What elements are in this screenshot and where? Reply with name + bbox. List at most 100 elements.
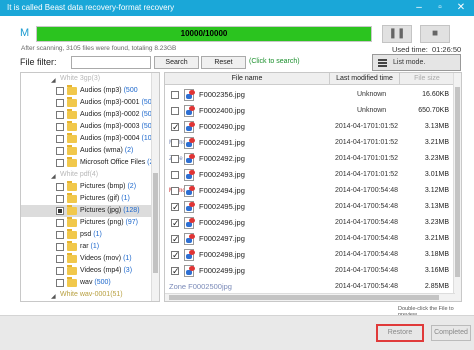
tree-item[interactable]: Videos (mp4) (3) [21, 265, 152, 277]
file-name: F0002496.jpg [199, 218, 245, 227]
tree-item-label: Audios (mp3)-0004 (100 [80, 133, 156, 145]
tree-item-name: rar [80, 243, 89, 250]
tree-item-name: Audios (mp3)-0004 [80, 135, 140, 142]
tree-checkbox[interactable] [56, 279, 64, 287]
file-row[interactable]: Zone F0002500jpg 2014-04-1700:54:48 2.85MB [165, 279, 455, 295]
file-size: 2.85MB [424, 283, 449, 290]
tree-item[interactable]: psd (1) [21, 229, 152, 241]
file-row[interactable]: F0002499.jpg 2014-04-1700:54:48 3.16MB [165, 263, 455, 279]
tree-checkbox[interactable] [56, 243, 64, 251]
file-checkbox[interactable] [171, 231, 180, 247]
tree-item[interactable]: ◢ White wav-0001(51) [21, 289, 152, 301]
file-size: 3.13MB [424, 203, 449, 210]
file-row[interactable]: F0002498.jpg 2014-04-1700:54:48 3.18MB [165, 247, 455, 263]
file-row[interactable]: F0002496.jpg 2014-04-1700:54:48 3.23MB [165, 215, 455, 231]
tree-checkbox[interactable] [56, 147, 64, 155]
tree-checkbox[interactable] [56, 231, 64, 239]
file-checkbox[interactable] [171, 171, 179, 179]
file-row[interactable]: Memory F0002494.jpg 2014-04-1700:54:48 3.12… [165, 183, 455, 199]
tree-checkbox[interactable] [56, 195, 64, 203]
list-mode-button[interactable]: List mode. [372, 54, 461, 71]
file-name: F0002493.jpg [199, 170, 245, 179]
tree-item[interactable]: Microsoft Office Files (2 [21, 157, 153, 169]
col-file-name[interactable]: File name [165, 73, 330, 85]
file-name: F0002499.jpg [199, 266, 245, 275]
file-filter-input[interactable] [71, 56, 151, 69]
expander-icon[interactable]: ◢ [51, 75, 56, 87]
tree-item[interactable]: Audios (wma) (2) [21, 145, 152, 157]
tree-item-label: Pictures (gif) (1) [80, 193, 130, 205]
file-size: 3.21MB [424, 235, 449, 242]
file-row[interactable]: F0002493.jpg 2014-04-1701:01:52 3.01MB [165, 167, 455, 183]
tree-item[interactable]: Audios (mp3)-0002 (500 [21, 109, 156, 121]
file-checkbox[interactable] [171, 199, 180, 215]
tree-checkbox[interactable] [56, 99, 64, 107]
tree-item-name: Pictures (gif) [80, 195, 120, 202]
tree-item[interactable]: Audios (mp3)-0001 (500 [21, 97, 156, 109]
expander-icon[interactable]: ◢ [51, 171, 56, 183]
file-checkbox[interactable] [171, 119, 180, 135]
maximize-button[interactable]: ▫ [431, 0, 449, 16]
used-time-label: Used time: [392, 45, 428, 54]
tree-checkbox[interactable] [56, 267, 64, 275]
file-checkbox[interactable] [171, 139, 179, 147]
close-button[interactable]: ✕ [452, 0, 470, 16]
file-row[interactable]: MemoF0002491.jpg2014-04-1701:01:523.21MB [165, 135, 455, 151]
reset-button[interactable]: Reset [201, 56, 246, 69]
tree-item[interactable]: ◢ White pdf(4) [21, 169, 152, 181]
tree-item[interactable]: Pictures (jpg) (128) [21, 205, 152, 217]
tree-item[interactable]: Pictures (gif) (1) [21, 193, 152, 205]
pause-button[interactable]: ❚❚ [382, 25, 412, 43]
file-size: 3.23MB [424, 155, 449, 162]
file-checkbox[interactable] [171, 263, 180, 279]
tree-checkbox[interactable] [56, 111, 64, 119]
tree-item[interactable]: Audios (mp3) (500 [21, 85, 152, 97]
file-list-hscroll-thumb[interactable] [169, 295, 439, 300]
file-row[interactable]: ZoneF0002492.jpg2014-04-1701:01:523.23MB [165, 151, 455, 167]
file-list[interactable]: File name Last modified time File size F… [164, 72, 462, 302]
tree-checkbox[interactable] [56, 219, 64, 227]
tree-checkbox[interactable] [56, 135, 64, 143]
folder-icon [67, 145, 77, 155]
tree-scroll-thumb[interactable] [153, 173, 158, 273]
file-row[interactable]: F0002400.jpg Unknown 650.70KB [165, 103, 455, 119]
col-last-modified[interactable]: Last modified time [330, 73, 400, 85]
file-row[interactable]: F0002356.jpg Unknown 16.60KB [165, 87, 455, 103]
file-checkbox[interactable] [171, 215, 180, 231]
file-checkbox[interactable] [171, 107, 179, 115]
file-row[interactable]: F0002490.jpg 2014-04-1701:01:52 3.13MB [165, 119, 455, 135]
tree-checkbox[interactable] [56, 255, 64, 263]
tree-item[interactable]: wav (500) [21, 277, 152, 289]
tree-item[interactable]: Videos (mov) (1) [21, 253, 152, 265]
file-checkbox[interactable] [171, 155, 179, 163]
completed-button[interactable]: Completed [431, 325, 471, 341]
col-file-size[interactable]: File size [400, 73, 455, 85]
file-checkbox[interactable] [171, 187, 179, 195]
tree-checkbox[interactable] [56, 87, 64, 95]
tree-item[interactable]: Audios (mp3)-0003 (500 [21, 121, 156, 133]
tree-item[interactable]: Audios (mp3)-0004 (100 [21, 133, 156, 145]
tree-checkbox[interactable] [56, 159, 64, 167]
tree-item[interactable]: Pictures (png) (97) [21, 217, 152, 229]
tree-item[interactable]: rar (1) [21, 241, 152, 253]
file-type-tree[interactable]: ◢ White wav-0001(51) wav (500) Videos (mp4)… [20, 72, 160, 302]
tree-item[interactable]: Pictures (bmp) (2) [21, 181, 152, 193]
restore-button[interactable]: Restore [376, 324, 424, 342]
tree-checkbox[interactable] [56, 207, 64, 215]
file-modified-time: 2014-04-1700:54:48 [335, 235, 399, 242]
search-button[interactable]: Search [154, 56, 199, 69]
file-checkbox[interactable] [171, 247, 180, 263]
file-list-vscroll-thumb[interactable] [455, 87, 460, 277]
tree-scrollbar[interactable] [151, 73, 159, 301]
expander-icon[interactable]: ◢ [51, 291, 56, 301]
tree-checkbox[interactable] [56, 123, 64, 131]
file-row[interactable]: F0002497.jpg 2014-04-1700:54:48 3.21MB [165, 231, 455, 247]
stop-button[interactable]: ■ [420, 25, 450, 43]
tree-checkbox[interactable] [56, 183, 64, 191]
tree-item[interactable]: ◢ White 3gp(3) [21, 73, 152, 85]
file-checkbox[interactable] [171, 91, 179, 99]
tree-item-count: (500 [123, 87, 138, 94]
file-row[interactable]: F0002495.jpg 2014-04-1700:54:48 3.13MB [165, 199, 455, 215]
minimize-button[interactable]: – [410, 0, 428, 16]
tree-item-name: Audios (mp3)-0002 [80, 111, 140, 118]
